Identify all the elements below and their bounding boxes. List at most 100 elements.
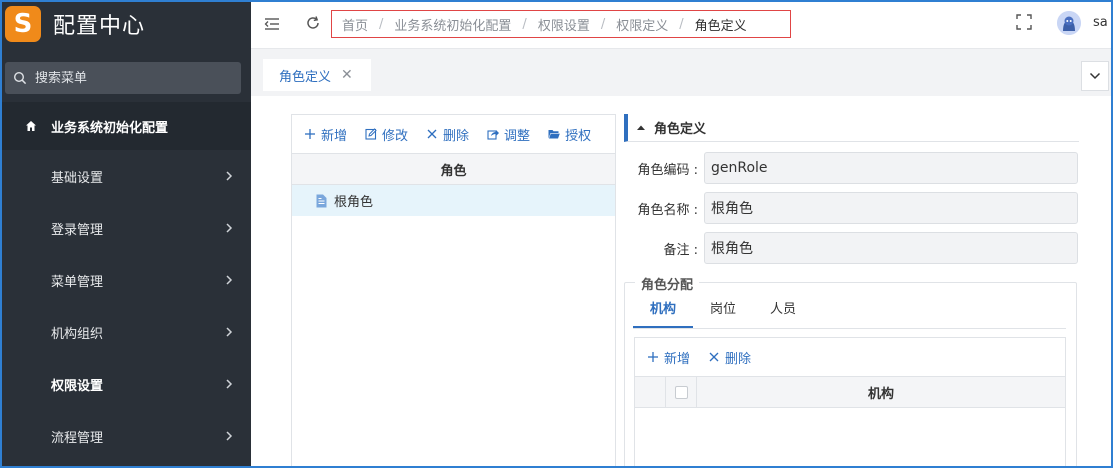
select-all-cell [666, 377, 697, 407]
button-label: 删除 [443, 128, 470, 144]
chevron-right-icon [225, 378, 233, 390]
tab-organization[interactable]: 机构 [633, 293, 693, 328]
refresh-icon[interactable] [305, 15, 321, 31]
section-header-role-definition[interactable]: 角色定义 [624, 114, 1079, 142]
file-icon [316, 194, 327, 208]
top-bar: 首页 / 业务系统初始化配置 / 权限设置 / 权限定义 / 角色定义 sa [251, 0, 1113, 48]
sidebar-item-basic-settings[interactable]: 基础设置 [0, 150, 251, 202]
app-logo: S [5, 6, 41, 42]
role-code-input[interactable] [704, 152, 1078, 184]
breadcrumb-item-current: 角色定义 [694, 18, 747, 34]
tab-personnel[interactable]: 人员 [753, 293, 813, 328]
sidebar-item-permission-settings[interactable]: 权限设置 [0, 358, 251, 410]
sidebar-item-label: 流程管理 [51, 430, 104, 446]
main-content: 新增 修改 删除 调整 授权 角色 根角色 角色定义 角色编码: genRol… [276, 96, 1099, 468]
field-role-name: 角色名称 : [626, 192, 1078, 224]
edit-icon [365, 128, 377, 140]
breadcrumb-item[interactable]: 业务系统初始化配置 [394, 15, 511, 34]
field-role-code: 角色编码 : [626, 152, 1078, 184]
group-legend: 角色分配 [635, 274, 700, 293]
chevron-down-icon [1089, 72, 1101, 80]
page-tab-bar: 角色定义 ✕ [251, 48, 1113, 96]
section-title: 角色定义 [654, 122, 707, 137]
app-title: 配置中心 [53, 14, 146, 39]
tab-position[interactable]: 岗位 [693, 293, 753, 328]
adjust-role-button[interactable]: 调整 [487, 125, 530, 144]
breadcrumb-item-home[interactable]: 首页 [342, 15, 368, 34]
breadcrumb-separator: / [522, 16, 527, 32]
select-all-checkbox[interactable] [674, 385, 688, 399]
sidebar-group-business-init[interactable]: 业务系统初始化配置 [0, 102, 251, 150]
menu-search[interactable] [5, 62, 241, 94]
breadcrumb-separator: / [679, 16, 684, 32]
button-label: 修改 [382, 128, 409, 144]
tab-list-dropdown[interactable] [1081, 61, 1109, 91]
search-input[interactable] [35, 70, 225, 86]
search-icon [13, 71, 27, 85]
home-icon [25, 120, 37, 132]
organization-grid-panel: 新增 删除 机构 [634, 337, 1066, 468]
organization-toolbar: 新增 删除 [635, 338, 1065, 376]
delete-role-button[interactable]: 删除 [426, 125, 469, 144]
share-icon [487, 128, 500, 140]
close-icon[interactable]: ✕ [341, 67, 353, 83]
folder-open-icon [548, 128, 560, 140]
button-label: 授权 [565, 128, 592, 144]
tree-node-label: 根角色 [334, 195, 374, 210]
sidebar: S 配置中心 业务系统初始化配置 基础设置 登录管理 菜单管理 机构组织 权限设… [0, 0, 251, 468]
avatar[interactable] [1057, 11, 1081, 35]
tab-label: 角色定义 [279, 69, 332, 85]
sidebar-group-label: 业务系统初始化配置 [51, 120, 169, 136]
sidebar-item-login-management[interactable]: 登录管理 [0, 202, 251, 254]
fullscreen-icon[interactable] [1016, 14, 1032, 30]
row-number-column [635, 377, 666, 407]
plus-icon [304, 128, 316, 140]
plus-icon [647, 351, 659, 363]
breadcrumb-item[interactable]: 权限设置 [538, 15, 590, 34]
user-name[interactable]: sa [1093, 15, 1108, 30]
chevron-right-icon [225, 326, 233, 338]
sidebar-item-label: 菜单管理 [51, 274, 104, 290]
button-label: 删除 [725, 351, 752, 367]
remark-input[interactable] [704, 232, 1078, 264]
authorize-button[interactable]: 授权 [548, 125, 591, 144]
tree-node-root-role[interactable]: 根角色 [292, 185, 615, 216]
chevron-right-icon [225, 170, 233, 182]
organization-column-header[interactable]: 机构 [697, 377, 1065, 407]
role-name-input[interactable] [704, 192, 1078, 224]
app-header: S 配置中心 [0, 0, 251, 48]
delete-organization-button[interactable]: 删除 [708, 348, 751, 367]
close-icon [426, 128, 438, 140]
role-toolbar: 新增 修改 删除 调整 授权 [292, 115, 615, 153]
field-remark: 备注 : [626, 232, 1078, 264]
add-organization-button[interactable]: 新增 [647, 348, 690, 367]
collapse-triangle-icon [636, 123, 646, 133]
field-label: 角色名称 : [637, 202, 698, 218]
chevron-right-icon [225, 430, 233, 442]
edit-role-button[interactable]: 修改 [365, 125, 408, 144]
breadcrumb-separator: / [600, 16, 606, 32]
sidebar-item-workflow-management[interactable]: 流程管理 [0, 410, 251, 462]
role-list-panel: 新增 修改 删除 调整 授权 角色 根角色 [291, 114, 616, 468]
field-label: 角色编码 : [637, 162, 698, 178]
assignment-tabs: 机构 岗位 人员 [633, 293, 1066, 329]
menu-collapse-icon[interactable] [264, 16, 280, 32]
button-label: 调整 [504, 128, 531, 144]
role-column-header[interactable]: 角色 [292, 153, 615, 185]
chevron-right-icon [225, 274, 233, 286]
sidebar-item-menu-management[interactable]: 菜单管理 [0, 254, 251, 306]
add-role-button[interactable]: 新增 [304, 125, 347, 144]
sidebar-item-label: 基础设置 [51, 170, 104, 186]
breadcrumb-item[interactable]: 权限定义 [616, 15, 668, 34]
tab-role-definition[interactable]: 角色定义 ✕ [263, 59, 371, 91]
sidebar-item-label: 机构组织 [51, 326, 104, 342]
breadcrumb: 首页 / 业务系统初始化配置 / 权限设置 / 权限定义 / 角色定义 [331, 10, 791, 38]
breadcrumb-separator: / [379, 16, 384, 32]
chevron-right-icon [225, 222, 233, 234]
sidebar-item-label: 登录管理 [51, 222, 104, 238]
sidebar-item-org-structure[interactable]: 机构组织 [0, 306, 251, 358]
sidebar-item-label: 权限设置 [51, 378, 104, 394]
close-icon [708, 351, 720, 363]
organization-grid-header: 机构 [635, 376, 1065, 408]
button-label: 新增 [664, 351, 691, 367]
